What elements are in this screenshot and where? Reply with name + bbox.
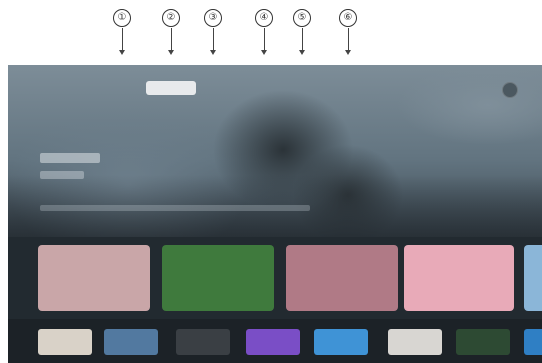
callout-number: ③ (204, 9, 222, 27)
tv-home-screen (8, 65, 542, 363)
callout-number: ① (113, 9, 131, 27)
app-tile[interactable] (456, 329, 510, 355)
tab-2[interactable] (146, 81, 196, 95)
callout-number: ⑥ (339, 9, 357, 27)
down-arrow-icon (118, 28, 125, 55)
app-tile[interactable] (314, 329, 368, 355)
content-card[interactable] (524, 245, 542, 311)
tab-3[interactable] (202, 81, 238, 95)
callout-1: ① (112, 9, 132, 55)
app-tile[interactable] (246, 329, 300, 355)
top-navigation (8, 81, 542, 101)
app-tile[interactable] (176, 329, 230, 355)
tab-5[interactable] (288, 81, 328, 95)
callout-6: ⑥ (338, 9, 358, 55)
hero-description (40, 205, 310, 211)
down-arrow-icon (209, 28, 216, 55)
down-arrow-icon (260, 28, 267, 55)
down-arrow-icon (298, 28, 305, 55)
callout-number: ⑤ (293, 9, 311, 27)
app-tile[interactable] (388, 329, 442, 355)
content-card[interactable] (38, 245, 150, 311)
app-tile[interactable] (104, 329, 158, 355)
content-card[interactable] (404, 245, 514, 311)
down-arrow-icon (344, 28, 351, 55)
tab-1[interactable] (104, 81, 146, 95)
recommendations-row (8, 237, 542, 319)
content-card[interactable] (286, 245, 398, 311)
profile-avatar[interactable] (502, 82, 518, 98)
tab-4[interactable] (248, 81, 286, 95)
content-card[interactable] (162, 245, 274, 311)
app-tile[interactable] (38, 329, 92, 355)
down-arrow-icon (167, 28, 174, 55)
hero-title-logo (40, 153, 100, 163)
callout-annotations: ① ② ③ ④ ⑤ ⑥ (0, 0, 542, 64)
callout-3: ③ (203, 9, 223, 55)
callout-4: ④ (254, 9, 274, 55)
app-tile[interactable] (524, 329, 542, 355)
callout-5: ⑤ (292, 9, 312, 55)
callout-number: ④ (255, 9, 273, 27)
apps-row (8, 319, 542, 363)
tab-6[interactable] (332, 81, 374, 95)
callout-2: ② (161, 9, 181, 55)
callout-number: ② (162, 9, 180, 27)
hero-subtitle (40, 171, 84, 179)
